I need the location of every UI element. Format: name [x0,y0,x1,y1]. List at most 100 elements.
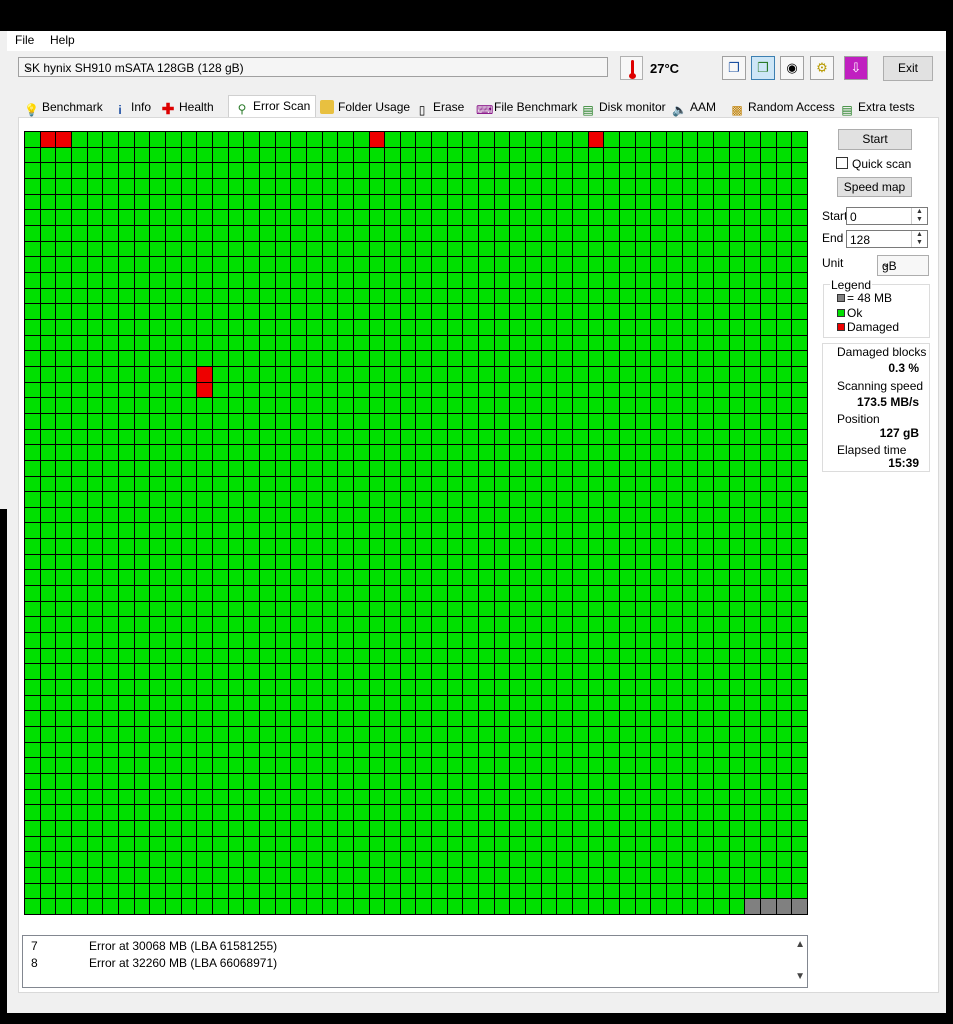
ok-block [792,178,807,194]
ok-block [134,836,150,852]
ok-block [369,335,385,351]
ok-block [369,711,385,727]
save-button[interactable]: ⇩ [844,56,868,80]
tab-extra-tests[interactable]: ▤ Extra tests [840,97,914,117]
ok-block [604,413,620,429]
ok-block [463,429,479,445]
ok-block [479,351,494,366]
scroll-up-icon[interactable]: ▲ [795,939,805,950]
ok-block [604,147,620,163]
ok-block [275,429,291,445]
ok-block [353,586,369,601]
tab-file-benchmark[interactable]: ⌨File Benchmark [476,97,577,117]
ok-block [557,742,573,758]
ok-block [745,335,761,351]
ok-block [306,695,322,711]
ok-block [197,852,212,868]
ok-block [541,194,557,210]
ok-block [103,727,118,742]
quick-scan-checkbox[interactable] [836,157,848,169]
ok-block [228,695,244,711]
ok-block [25,241,40,257]
ok-block [181,492,197,507]
ok-block [588,727,604,742]
tab-erase[interactable]: ▯ Erase [415,97,465,117]
ok-block [698,460,714,476]
unit-select[interactable]: gB ⌄ [877,255,929,276]
ok-block [212,445,228,460]
ok-block [432,147,447,163]
menu-help[interactable]: Help [50,33,75,47]
ok-block [385,868,400,883]
ok-block [165,601,181,617]
ok-block [494,382,510,398]
ok-block [306,680,322,695]
ok-block [745,617,761,633]
ok-block [667,351,682,366]
ok-block [651,899,667,914]
tab-folder-usage[interactable]: Folder Usage [320,97,410,117]
ok-block [228,680,244,695]
ok-block [150,507,165,523]
ok-block [573,695,588,711]
ok-block [322,304,338,319]
ok-block [244,210,259,225]
ok-block [40,194,56,210]
quick-scan-label[interactable]: Quick scan [852,157,911,171]
ok-block [259,586,275,601]
end-input[interactable]: 128 ▲ ▼ [846,230,928,248]
tab-info[interactable]: i Info [113,97,151,117]
ok-block [604,476,620,492]
ok-block [510,351,526,366]
start-scan-button[interactable]: Start [838,129,912,150]
tab-benchmark[interactable]: 💡 Benchmark [24,97,103,117]
ok-block [40,883,56,899]
ok-block [150,335,165,351]
ok-block [165,319,181,335]
spinner-arrows-icon[interactable]: ▲ ▼ [911,231,927,247]
tab-health[interactable]: ✚ Health [161,97,214,117]
tab-aam[interactable]: 🔈 AAM [672,97,716,117]
ok-block [118,586,134,601]
ok-block [510,507,526,523]
ok-block [306,460,322,476]
tab-disk-monitor[interactable]: ▤ Disk monitor [581,97,665,117]
drive-select[interactable]: SK hynix SH910 mSATA 128GB (128 gB) ⌄ [18,57,608,77]
position-label: Position [837,412,880,426]
ok-block [353,132,369,147]
copy-text-button[interactable]: ❐ [722,56,746,80]
ok-block [635,366,651,382]
list-item[interactable]: 8 Error at 32260 MB (LBA 66068971) [23,956,783,973]
ok-block [792,335,807,351]
menu-file[interactable]: File [15,33,34,47]
ok-block [745,868,761,883]
screenshot-button[interactable]: ◉ [780,56,804,80]
scroll-down-icon[interactable]: ▼ [795,971,805,982]
ok-block [87,883,103,899]
options-button[interactable]: ⚙ [810,56,834,80]
ok-block [494,257,510,272]
ok-block [447,382,463,398]
ok-block [416,711,432,727]
ok-block [25,398,40,413]
list-item[interactable]: 7 Error at 30068 MB (LBA 61581255) [23,939,783,956]
ok-block [150,382,165,398]
tab-error-scan[interactable]: ⚲ Error Scan [228,95,316,119]
error-log-list[interactable]: 7 Error at 30068 MB (LBA 61581255) 8 Err… [22,935,808,988]
ok-block [682,523,698,539]
ok-block [244,382,259,398]
start-input[interactable]: 0 ▲ ▼ [846,207,928,225]
ok-block [714,601,729,617]
exit-button[interactable]: Exit [883,56,933,81]
spinner-arrows-icon[interactable]: ▲ ▼ [911,208,927,224]
speed-map-button[interactable]: Speed map [837,177,912,197]
ok-block [635,147,651,163]
ok-block [588,304,604,319]
ok-block [306,836,322,852]
ok-block [447,523,463,539]
ok-block [541,445,557,460]
ok-block [400,351,416,366]
copy-options-button[interactable]: ❐ [751,56,775,80]
tab-random-access[interactable]: ▩ Random Access [730,97,834,117]
ok-block [291,304,306,319]
